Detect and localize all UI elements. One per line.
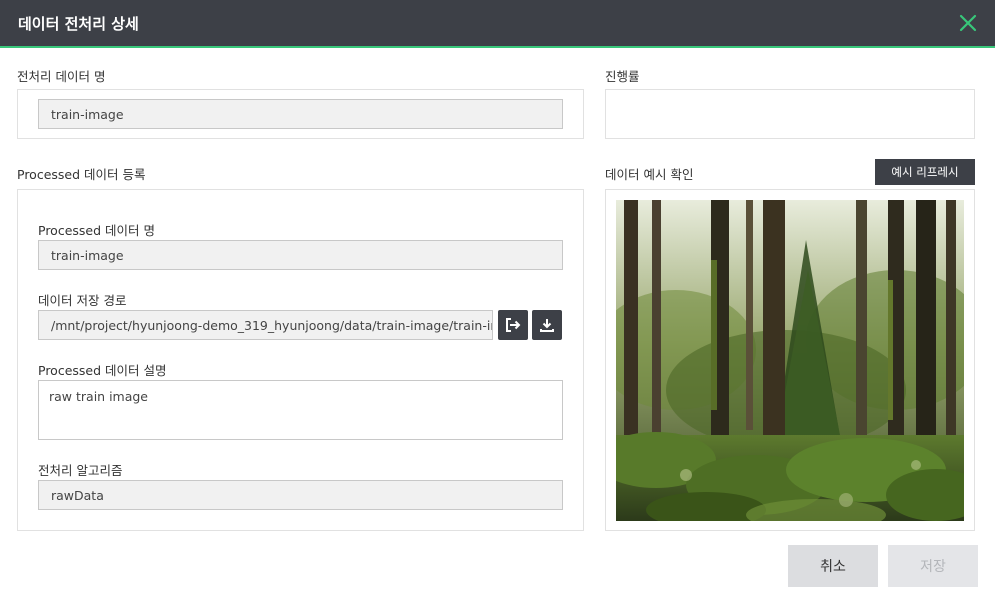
- download-button[interactable]: [532, 310, 562, 340]
- modal-header: 데이터 전처리 상세: [0, 0, 995, 48]
- modal-title: 데이터 전처리 상세: [18, 14, 139, 33]
- open-path-icon: [506, 318, 521, 332]
- preview-image: [616, 200, 964, 521]
- storage-path-label: 데이터 저장 경로: [38, 293, 127, 308]
- processed-description-textarea[interactable]: raw train image: [38, 380, 563, 440]
- processed-description-label: Processed 데이터 설명: [38, 363, 167, 378]
- close-button[interactable]: [957, 12, 979, 34]
- algorithm-field[interactable]: rawData: [38, 480, 563, 510]
- download-icon: [540, 319, 554, 332]
- processed-name-field[interactable]: train-image: [38, 240, 563, 270]
- refresh-preview-button[interactable]: 예시 리프레시: [875, 159, 975, 185]
- close-icon: [959, 14, 977, 32]
- progress-label: 진행률: [605, 69, 640, 84]
- save-button[interactable]: 저장: [888, 545, 978, 587]
- processed-name-label: Processed 데이터 명: [38, 223, 155, 238]
- cancel-button[interactable]: 취소: [788, 545, 878, 587]
- storage-path-field[interactable]: /mnt/project/hyunjoong-demo_319_hyunjoon…: [38, 310, 493, 340]
- algorithm-label: 전처리 알고리즘: [38, 463, 123, 478]
- preprocess-name-label: 전처리 데이터 명: [17, 69, 106, 84]
- processed-section-label: Processed 데이터 등록: [17, 167, 146, 182]
- preprocess-name-field[interactable]: train-image: [38, 99, 563, 129]
- progress-box: [605, 89, 975, 139]
- preview-label: 데이터 예시 확인: [605, 167, 694, 182]
- open-path-button[interactable]: [498, 310, 528, 340]
